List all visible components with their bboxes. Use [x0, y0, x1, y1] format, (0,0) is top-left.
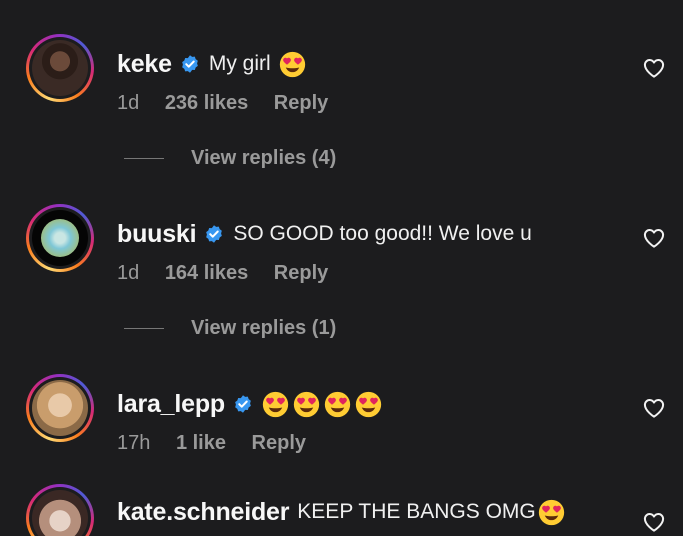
heart-outline-icon[interactable]	[643, 398, 665, 418]
comment-time: 1d	[117, 92, 140, 114]
comment-item: buuski SO GOOD too good!! We love u 1d 1…	[0, 204, 683, 304]
verified-badge-icon	[180, 54, 200, 74]
emoji-group	[262, 391, 386, 418]
like-count[interactable]: 1 like	[176, 432, 226, 454]
comment-item: keke My girl 1d 236 likes Reply	[0, 34, 683, 134]
reply-button[interactable]: Reply	[252, 432, 306, 454]
heart-eyes-emoji-icon	[355, 391, 382, 418]
username[interactable]: buuski	[117, 220, 197, 249]
comment-time: 1d	[117, 262, 140, 284]
username[interactable]: kate.schneider	[117, 498, 289, 527]
comment-item: lara_lepp 17h 1 like Reply	[0, 374, 683, 474]
heart-eyes-emoji-icon	[293, 391, 320, 418]
comment-text: My girl	[208, 52, 271, 75]
heart-eyes-emoji-icon	[262, 391, 289, 418]
comment-text: KEEP THE BANGS OMG	[297, 500, 536, 523]
comment-item: kate.schneider KEEP THE BANGS OMG	[0, 484, 683, 536]
avatar[interactable]	[26, 34, 94, 102]
like-count[interactable]: 236 likes	[165, 92, 248, 114]
heart-outline-icon[interactable]	[643, 512, 665, 532]
comment-text: SO GOOD too good!! We love u	[233, 222, 532, 245]
heart-outline-icon[interactable]	[643, 228, 665, 248]
avatar[interactable]	[26, 484, 94, 536]
view-replies-button[interactable]: View replies (1)	[124, 316, 336, 340]
divider	[124, 157, 164, 159]
username[interactable]: lara_lepp	[117, 390, 225, 419]
heart-outline-icon[interactable]	[643, 58, 665, 78]
heart-eyes-emoji-icon	[324, 391, 351, 418]
username[interactable]: keke	[117, 50, 172, 79]
like-count[interactable]: 164 likes	[165, 262, 248, 284]
avatar-image	[32, 210, 88, 266]
heart-eyes-emoji-icon	[538, 499, 565, 526]
view-replies-label: View replies (1)	[191, 316, 337, 339]
divider	[124, 327, 164, 329]
heart-eyes-emoji-icon	[279, 51, 306, 78]
reply-button[interactable]: Reply	[274, 262, 328, 284]
avatar[interactable]	[26, 374, 94, 442]
verified-badge-icon	[233, 394, 253, 414]
avatar-image	[32, 40, 88, 96]
verified-badge-icon	[204, 224, 224, 244]
view-replies-label: View replies (4)	[191, 146, 337, 169]
comment-time: 17h	[117, 432, 151, 454]
avatar-image	[32, 380, 88, 436]
avatar[interactable]	[26, 204, 94, 272]
view-replies-button[interactable]: View replies (4)	[124, 146, 336, 170]
reply-button[interactable]: Reply	[274, 92, 328, 114]
